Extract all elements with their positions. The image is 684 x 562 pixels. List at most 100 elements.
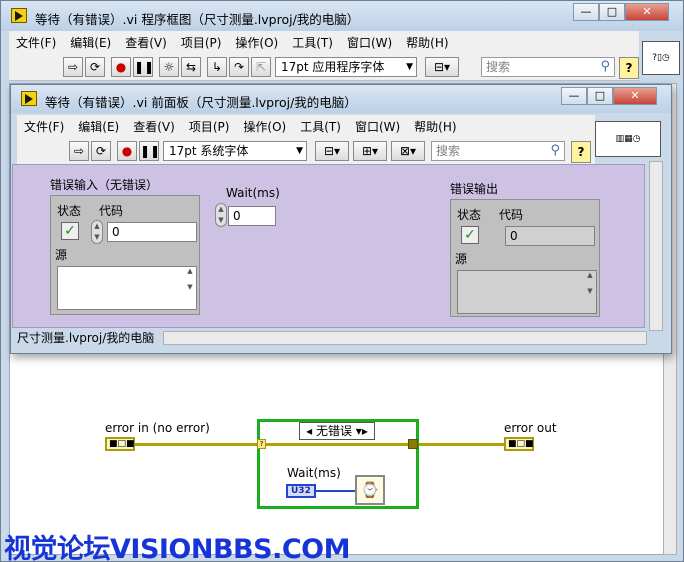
font-combo[interactable]: 17pt 应用程序字体 ▼	[275, 57, 417, 77]
menu-file[interactable]: 文件(F)	[9, 34, 63, 51]
fp-status-path: 尺寸测量.lvproj/我的电脑	[17, 331, 155, 345]
fp-menu-project[interactable]: 项目(P)	[182, 118, 237, 135]
fp-abort-icon[interactable]: ●	[117, 141, 137, 161]
error-out-terminal[interactable]: ■□■	[504, 437, 534, 451]
error-in-label: error in (no error)	[105, 421, 210, 435]
fp-close-button[interactable]: ✕	[613, 87, 657, 105]
wait-ms-field[interactable]: 0	[228, 206, 276, 226]
menu-help[interactable]: 帮助(H)	[399, 34, 455, 51]
numeric-wire[interactable]	[316, 490, 356, 492]
fp-connector-pane-icon[interactable]: ▥▦◷	[595, 121, 661, 157]
run-arrow-icon[interactable]: ⇨	[63, 57, 83, 77]
error-out-source-label: 源	[455, 252, 468, 266]
error-out-code-label: 代码	[499, 208, 524, 222]
fp-font-combo-value: 17pt 系统字体	[169, 144, 249, 158]
fp-align-objects-icon[interactable]: ⊟▾	[315, 141, 349, 161]
block-diagram-toolbar: ⇨ ⟳ ● ❚❚ ☼ ⇆ ↳ ↷ ⇱ 17pt 应用程序字体 ▼ ⊟▾ 搜索 ⚲…	[9, 53, 639, 81]
align-objects-icon[interactable]: ⊟▾	[425, 57, 459, 77]
case-next-icon[interactable]: ▾▸	[352, 424, 368, 438]
error-tunnel-out[interactable]	[408, 439, 418, 449]
error-in-code-field[interactable]: 0	[107, 222, 197, 242]
fp-menu-operate[interactable]: 操作(O)	[236, 118, 293, 135]
error-out-cluster-label: 错误输出	[450, 182, 499, 196]
fp-menu-help[interactable]: 帮助(H)	[407, 118, 463, 135]
fp-run-continuously-icon[interactable]: ⟳	[91, 141, 111, 161]
chevron-down-icon: ▼	[296, 146, 303, 156]
error-in-status-checkbox[interactable]: ✓	[61, 222, 79, 240]
front-panel-menubar: 文件(F) 编辑(E) 查看(V) 项目(P) 操作(O) 工具(T) 窗口(W…	[17, 115, 595, 137]
error-wire-in[interactable]	[135, 443, 262, 446]
error-in-cluster[interactable]: 状态 代码 ✓ ▲ ▼ 0 源 ▲ ▼	[50, 195, 200, 315]
block-diagram-menubar: 文件(F) 编辑(E) 查看(V) 项目(P) 操作(O) 工具(T) 窗口(W…	[9, 31, 639, 53]
case-selector-label: 无错误	[315, 424, 352, 438]
front-panel-toolbar: ⇨ ⟳ ● ❚❚ 17pt 系统字体 ▼ ⊟▾ ⊞▾ ⊠▾ 搜索 ⚲ ?	[17, 137, 595, 165]
vi-icon-pane[interactable]: ?▯◷	[642, 41, 680, 75]
fp-horizontal-scrollbar[interactable]	[163, 331, 647, 345]
fp-context-help-button[interactable]: ?	[571, 141, 591, 163]
search-input[interactable]: 搜索 ⚲	[481, 57, 615, 77]
fp-search-placeholder: 搜索	[436, 144, 461, 158]
front-panel-title: 等待（有错误）.vi 前面板（尺寸测量.lvproj/我的电脑）	[45, 95, 357, 110]
context-help-button[interactable]: ?	[619, 57, 639, 79]
menu-operate[interactable]: 操作(O)	[228, 34, 285, 51]
fp-minimize-button[interactable]: —	[561, 87, 587, 105]
step-over-icon[interactable]: ↷	[229, 57, 249, 77]
source-scroll-icon[interactable]: ▲ ▼	[184, 267, 196, 309]
block-diagram-titlebar[interactable]: 等待（有错误）.vi 程序框图（尺寸测量.lvproj/我的电脑） — □ ✕	[1, 1, 683, 31]
fp-search-input[interactable]: 搜索 ⚲	[431, 141, 565, 161]
wait-u32-terminal[interactable]: U32	[286, 484, 316, 498]
menu-edit[interactable]: 编辑(E)	[63, 34, 118, 51]
error-out-cluster: 状态 代码 ✓ 0 源 ▲ ▼	[450, 199, 600, 317]
retain-wire-values-icon[interactable]: ⇆	[181, 57, 201, 77]
fp-vertical-scrollbar[interactable]	[649, 161, 663, 331]
chevron-down-icon: ▼	[406, 62, 413, 72]
font-combo-value: 17pt 应用程序字体	[281, 60, 385, 74]
menu-window[interactable]: 窗口(W)	[340, 34, 399, 51]
close-button[interactable]: ✕	[625, 3, 669, 21]
fp-run-arrow-icon[interactable]: ⇨	[69, 141, 89, 161]
highlight-execution-icon[interactable]: ☼	[159, 57, 179, 77]
error-out-source-field: ▲ ▼	[457, 270, 597, 314]
front-panel-titlebar[interactable]: 等待（有错误）.vi 前面板（尺寸测量.lvproj/我的电脑） — □ ✕	[11, 85, 671, 113]
labview-block-diagram-icon	[11, 8, 27, 23]
fp-distribute-objects-icon[interactable]: ⊞▾	[353, 141, 387, 161]
source-scroll-icon[interactable]: ▲ ▼	[584, 271, 596, 313]
fp-search-icon[interactable]: ⚲	[550, 142, 560, 160]
error-in-terminal[interactable]: ■□■	[105, 437, 135, 451]
fp-maximize-button[interactable]: □	[587, 87, 613, 105]
error-wire-through[interactable]	[266, 443, 409, 446]
error-out-status-label: 状态	[457, 208, 482, 222]
pause-icon[interactable]: ❚❚	[133, 57, 154, 77]
wait-ms-spinner[interactable]: ▲ ▼	[215, 203, 227, 227]
abort-icon[interactable]: ●	[111, 57, 131, 77]
fp-resize-objects-icon[interactable]: ⊠▾	[391, 141, 425, 161]
fp-menu-file[interactable]: 文件(F)	[17, 118, 71, 135]
fp-menu-window[interactable]: 窗口(W)	[348, 118, 407, 135]
error-out-label: error out	[504, 421, 557, 435]
maximize-button[interactable]: □	[599, 3, 625, 21]
error-in-status-label: 状态	[57, 204, 82, 218]
error-out-status-indicator: ✓	[461, 226, 479, 244]
case-prev-icon[interactable]: ◂	[306, 424, 316, 438]
step-into-icon[interactable]: ↳	[207, 57, 227, 77]
error-in-code-spinner[interactable]: ▲ ▼	[91, 220, 103, 244]
case-selector[interactable]: ◂ 无错误 ▾▸	[299, 422, 375, 440]
menu-project[interactable]: 项目(P)	[174, 34, 229, 51]
fp-menu-view[interactable]: 查看(V)	[126, 118, 182, 135]
error-wire-out[interactable]	[419, 443, 505, 446]
error-out-code-field: 0	[505, 226, 595, 246]
run-continuously-icon[interactable]: ⟳	[85, 57, 105, 77]
case-selector-terminal[interactable]: ?	[257, 439, 266, 449]
fp-pause-icon[interactable]: ❚❚	[139, 141, 160, 161]
fp-menu-tools[interactable]: 工具(T)	[293, 118, 348, 135]
wait-ms-label: Wait(ms)	[226, 186, 280, 200]
error-in-source-field[interactable]: ▲ ▼	[57, 266, 197, 310]
menu-view[interactable]: 查看(V)	[118, 34, 174, 51]
search-icon[interactable]: ⚲	[600, 58, 610, 76]
wait-ms-clock-icon[interactable]: ⌚	[355, 475, 385, 505]
menu-tools[interactable]: 工具(T)	[285, 34, 340, 51]
fp-menu-edit[interactable]: 编辑(E)	[71, 118, 126, 135]
fp-font-combo[interactable]: 17pt 系统字体 ▼	[163, 141, 307, 161]
minimize-button[interactable]: —	[573, 3, 599, 21]
step-out-icon[interactable]: ⇱	[251, 57, 271, 77]
